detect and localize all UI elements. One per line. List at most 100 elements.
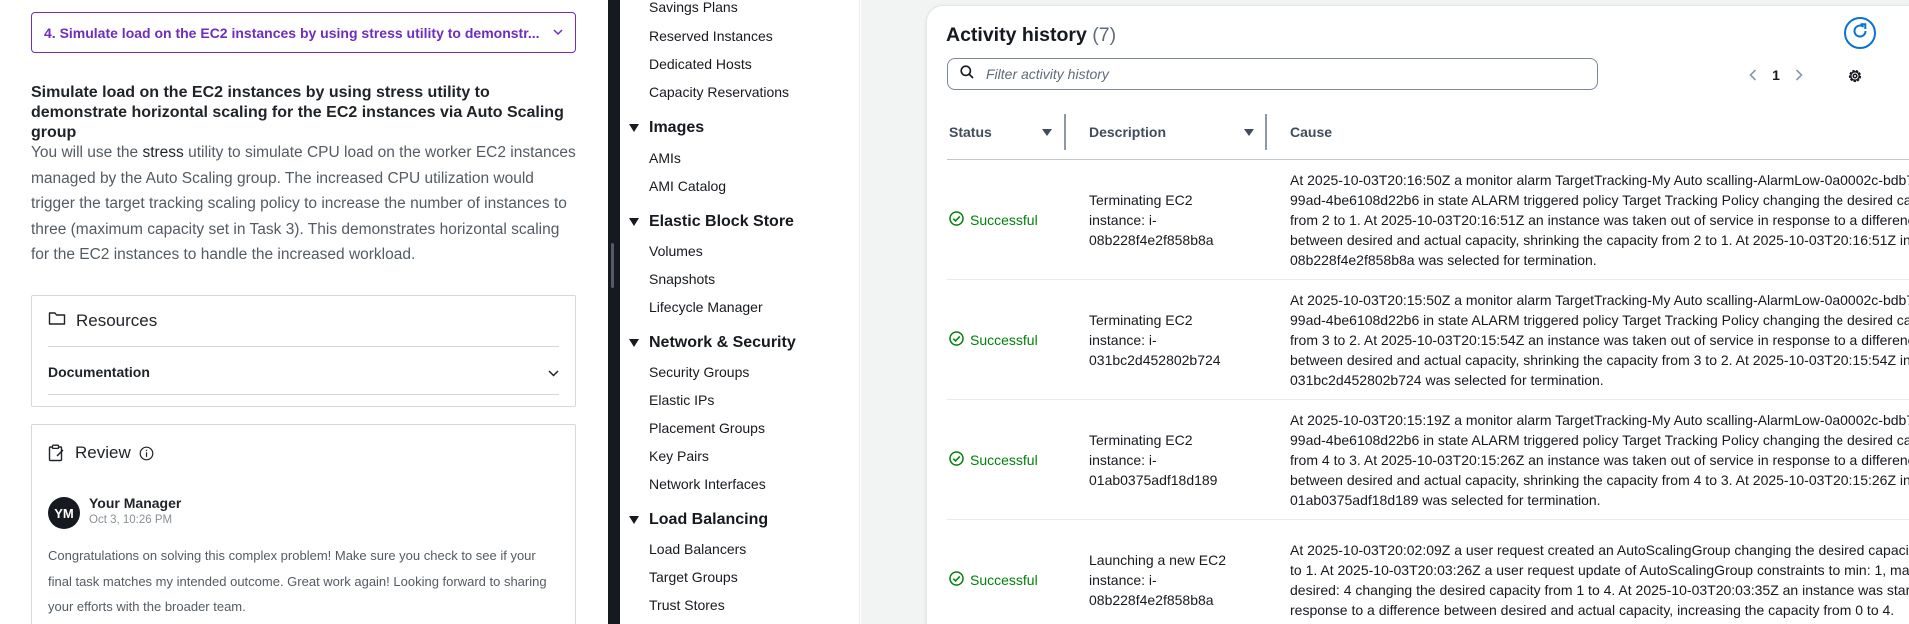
panel-resize-divider[interactable] xyxy=(608,0,620,624)
table-row: Successful Terminating EC2 instance: i-0… xyxy=(947,160,1909,280)
cause-text: At 2025-10-03T20:16:50Z a monitor alarm … xyxy=(1290,171,1909,268)
cause-cell: At 2025-10-03T20:16:50Z a monitor alarm … xyxy=(1290,160,1909,279)
divider xyxy=(48,394,559,395)
column-resizer[interactable] xyxy=(1064,114,1066,150)
refresh-button[interactable] xyxy=(1844,17,1876,49)
nav-item-network-interfaces[interactable]: Network Interfaces xyxy=(649,476,766,492)
success-check-icon xyxy=(949,330,970,349)
caret-down-icon xyxy=(629,218,639,226)
caret-down-icon xyxy=(629,516,639,524)
cause-text: At 2025-10-03T20:02:09Z a user request c… xyxy=(1290,541,1909,618)
status-text: Successful xyxy=(970,571,1038,588)
status-cell: Successful xyxy=(949,280,1038,399)
nav-item-elastic-ips[interactable]: Elastic IPs xyxy=(649,392,714,408)
main-content: Activity history (7) 1 xyxy=(861,0,1909,624)
description-cell: Terminating EC2 instance: i-08b228f4e2f8… xyxy=(1089,160,1249,279)
sort-caret-icon[interactable] xyxy=(1244,128,1254,136)
step-select-label: 4. Simulate load on the EC2 instances by… xyxy=(44,24,540,41)
review-timestamp: Oct 3, 10:26 PM xyxy=(89,514,173,526)
ec2-side-navigation: Savings Plans Reserved Instances Dedicat… xyxy=(620,0,860,624)
nav-item-security-groups[interactable]: Security Groups xyxy=(649,364,749,380)
review-message: Congratulations on solving this complex … xyxy=(48,548,547,614)
stress-keyword: stress xyxy=(142,144,184,161)
nav-item-volumes[interactable]: Volumes xyxy=(649,243,703,259)
nav-item-key-pairs[interactable]: Key Pairs xyxy=(649,448,709,464)
description-text: Launching a new EC2 instance: i-08b228f4… xyxy=(1089,551,1226,608)
panel-gap xyxy=(596,0,608,624)
caret-down-icon xyxy=(629,339,639,347)
table-row: Successful Launching a new EC2 instance:… xyxy=(947,520,1909,624)
description-text: Terminating EC2 instance: i-08b228f4e2f8… xyxy=(1089,191,1214,248)
status-cell: Successful xyxy=(949,160,1038,279)
column-header-cause: Cause xyxy=(1290,110,1332,154)
success-check-icon xyxy=(949,450,970,469)
nav-item-trust-stores[interactable]: Trust Stores xyxy=(649,597,725,613)
column-resizer[interactable] xyxy=(1265,114,1267,150)
table-row: Successful Terminating EC2 instance: i-0… xyxy=(947,400,1909,520)
drag-handle[interactable] xyxy=(611,243,614,288)
success-check-icon xyxy=(949,570,970,589)
documentation-expander[interactable]: Documentation xyxy=(48,352,559,392)
nav-item-load-balancers[interactable]: Load Balancers xyxy=(649,541,746,557)
chevron-left-icon[interactable] xyxy=(1742,64,1764,86)
nav-item-placement-groups[interactable]: Placement Groups xyxy=(649,420,765,436)
chevron-right-icon[interactable] xyxy=(1788,64,1810,86)
description-cell: Terminating EC2 instance: i-031bc2d45280… xyxy=(1089,280,1249,399)
nav-section-label: Network & Security xyxy=(649,334,796,351)
cause-cell: At 2025-10-03T20:15:50Z a monitor alarm … xyxy=(1290,280,1909,399)
status-cell: Successful xyxy=(949,520,1038,624)
caret-down-icon xyxy=(629,124,639,132)
nav-item-reserved-instances[interactable]: Reserved Instances xyxy=(649,28,773,44)
sort-caret-icon[interactable] xyxy=(1042,128,1052,136)
column-label: Cause xyxy=(1290,124,1333,140)
success-check-icon xyxy=(949,210,970,229)
nav-item-capacity-reservations[interactable]: Capacity Reservations xyxy=(649,84,789,100)
review-header: Review xyxy=(48,443,154,463)
status-text: Successful xyxy=(970,331,1038,348)
chevron-down-icon xyxy=(548,364,559,380)
review-author: Your Manager xyxy=(89,495,182,511)
nav-section-label: Load Balancing xyxy=(649,511,769,528)
nav-item-ami-catalog[interactable]: AMI Catalog xyxy=(649,178,726,194)
nav-item-dedicated-hosts[interactable]: Dedicated Hosts xyxy=(649,56,752,72)
pagination: 1 xyxy=(1742,64,1810,86)
nav-section-load-balancing[interactable]: Load Balancing xyxy=(629,511,768,529)
review-clipboard-icon xyxy=(48,444,65,462)
table-header: Status Description Cause xyxy=(947,110,1909,160)
task-description-text-cont: utility to simulate CPU load on the work… xyxy=(31,144,576,263)
step-select-dropdown[interactable]: 4. Simulate load on the EC2 instances by… xyxy=(31,12,576,53)
resources-panel: Resources Documentation xyxy=(31,295,576,407)
info-icon[interactable] xyxy=(139,446,154,461)
gear-icon[interactable] xyxy=(1844,65,1866,87)
activity-history-heading: Activity history xyxy=(946,24,1087,46)
nav-section-images[interactable]: Images xyxy=(629,119,704,137)
nav-section-network-security[interactable]: Network & Security xyxy=(629,334,796,352)
status-text: Successful xyxy=(970,451,1038,468)
lab-instructions-panel: 4. Simulate load on the EC2 instances by… xyxy=(0,0,596,624)
filter-activity-input-wrapper[interactable] xyxy=(947,58,1598,90)
avatar: YM xyxy=(48,497,80,529)
activity-history-container: Activity history (7) 1 xyxy=(927,6,1909,624)
cause-text: At 2025-10-03T20:15:19Z a monitor alarm … xyxy=(1290,411,1909,508)
nav-item-savings-plans[interactable]: Savings Plans xyxy=(649,0,738,15)
search-icon xyxy=(960,64,984,84)
folder-icon xyxy=(48,310,76,331)
nav-item-target-groups[interactable]: Target Groups xyxy=(649,569,738,585)
column-label: Description xyxy=(1089,124,1167,140)
filter-activity-input[interactable] xyxy=(984,65,1597,83)
description-text: Terminating EC2 instance: i-01ab0375adf1… xyxy=(1089,431,1218,488)
cause-text: At 2025-10-03T20:15:50Z a monitor alarm … xyxy=(1290,291,1909,388)
nav-item-lifecycle-manager[interactable]: Lifecycle Manager xyxy=(649,299,763,315)
nav-item-amis[interactable]: AMIs xyxy=(649,150,681,166)
nav-section-elastic-block-store[interactable]: Elastic Block Store xyxy=(629,213,794,231)
nav-section-label: Elastic Block Store xyxy=(649,213,794,230)
task-description: You will use the stress utility to simul… xyxy=(31,140,576,268)
cause-cell: At 2025-10-03T20:02:09Z a user request c… xyxy=(1290,520,1909,624)
nav-item-snapshots[interactable]: Snapshots xyxy=(649,271,715,287)
nav-section-label: Images xyxy=(649,119,705,136)
column-label: Status xyxy=(949,124,992,140)
column-header-status: Status xyxy=(949,110,1052,154)
description-cell: Terminating EC2 instance: i-01ab0375adf1… xyxy=(1089,400,1249,519)
status-cell: Successful xyxy=(949,400,1038,519)
page-number[interactable]: 1 xyxy=(1764,67,1788,83)
